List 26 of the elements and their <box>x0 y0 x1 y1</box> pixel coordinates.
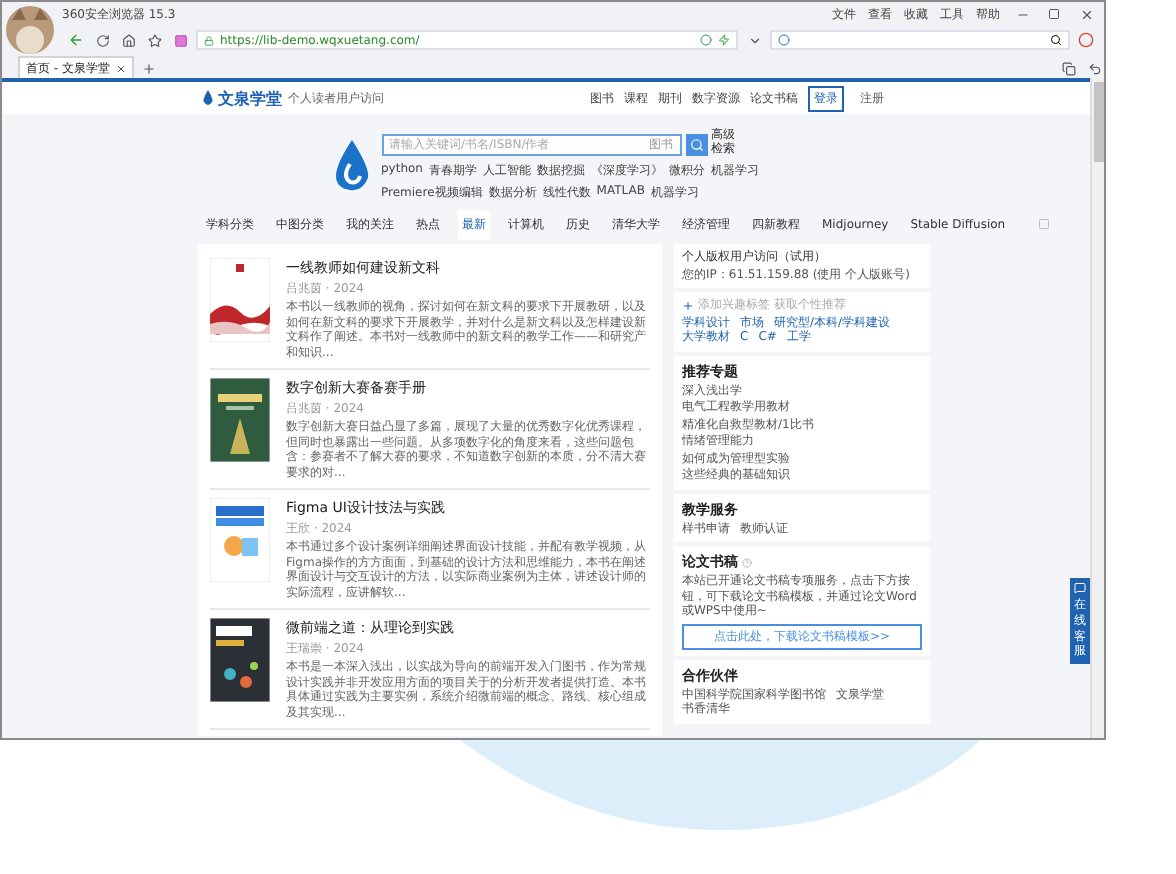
copy-icon[interactable] <box>1058 58 1078 78</box>
new-tab-icon[interactable] <box>139 58 160 78</box>
app-icon[interactable] <box>170 30 190 50</box>
scrollbar[interactable] <box>1090 78 1104 738</box>
app-icon[interactable] <box>1076 30 1096 50</box>
chat-icon <box>1074 582 1086 594</box>
expand-icon[interactable] <box>1037 214 1050 234</box>
search-button[interactable] <box>685 133 707 155</box>
undo-icon[interactable] <box>1084 58 1104 78</box>
back-icon[interactable] <box>66 30 86 50</box>
circle-icon[interactable] <box>700 34 712 46</box>
refresh-icon[interactable] <box>92 30 112 50</box>
logo-icon <box>333 140 369 192</box>
search-icon <box>689 137 703 151</box>
maximize-icon[interactable] <box>1044 4 1064 24</box>
star-icon[interactable] <box>144 30 164 50</box>
search-icon <box>1050 34 1062 46</box>
search-engine-icon <box>778 34 790 46</box>
lightning-icon[interactable] <box>718 34 730 46</box>
help-icon <box>742 557 752 567</box>
home-icon[interactable] <box>118 30 138 50</box>
add-icon <box>682 299 694 312</box>
lock-icon <box>204 35 214 45</box>
site-logo: 文泉学堂 <box>218 87 282 109</box>
search-field[interactable] <box>770 30 1070 50</box>
logo-icon <box>202 90 214 106</box>
